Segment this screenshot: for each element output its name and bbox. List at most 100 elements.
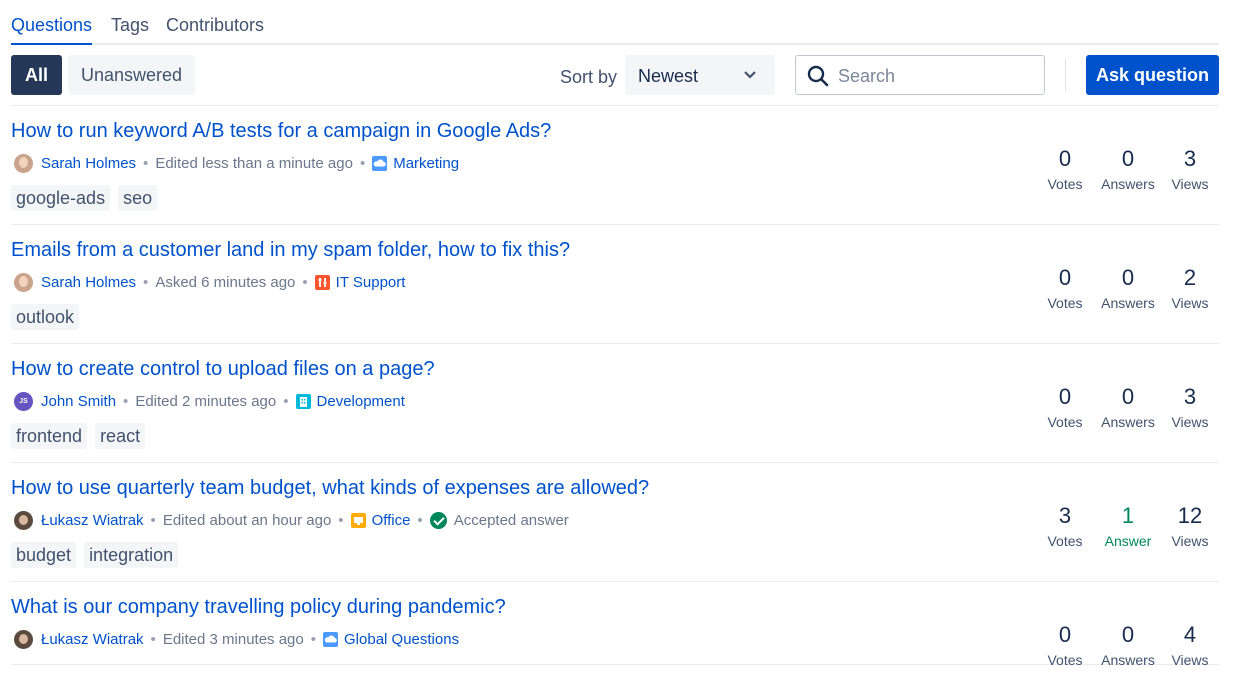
question-meta: Sarah Holmes • Asked 6 minutes ago • IT … bbox=[14, 272, 405, 292]
views-count: 12 bbox=[1177, 503, 1203, 528]
tag-chip[interactable]: budget bbox=[11, 542, 77, 568]
avatar[interactable] bbox=[14, 510, 33, 530]
views-stat: 3 Views bbox=[1155, 146, 1225, 192]
activity-text: Edited less than a minute ago bbox=[155, 154, 353, 172]
votes-label: Votes bbox=[1047, 176, 1083, 192]
tag-chip[interactable]: frontend bbox=[11, 423, 88, 449]
question-meta: JS John Smith • Edited 2 minutes ago • D… bbox=[14, 391, 405, 411]
tag-chip[interactable]: react bbox=[95, 423, 146, 449]
space-link[interactable]: IT Support bbox=[336, 274, 406, 291]
tag-chip[interactable]: integration bbox=[84, 542, 179, 568]
activity-text: Asked 6 minutes ago bbox=[155, 273, 296, 291]
author-link[interactable]: Sarah Holmes bbox=[41, 155, 136, 172]
tab-contributors[interactable]: Contributors bbox=[166, 15, 264, 43]
votes-count: 0 bbox=[1058, 265, 1072, 290]
avatar[interactable] bbox=[14, 629, 33, 649]
question-meta: Łukasz Wiatrak • Edited 3 minutes ago • … bbox=[14, 629, 459, 649]
views-stat: 4 Views bbox=[1155, 622, 1225, 668]
views-label: Views bbox=[1171, 533, 1209, 549]
meta-separator: • bbox=[143, 273, 149, 291]
answers-count: 0 bbox=[1121, 622, 1135, 647]
question-title-link[interactable]: What is our company travelling policy du… bbox=[11, 596, 506, 619]
answers-label: Answer bbox=[1104, 533, 1152, 549]
office-space-icon bbox=[350, 512, 366, 528]
filter-all-button[interactable]: All bbox=[11, 55, 62, 95]
views-count: 3 bbox=[1183, 146, 1197, 171]
views-label: Views bbox=[1171, 295, 1209, 311]
votes-count: 3 bbox=[1058, 503, 1072, 528]
answers-stat: 1 Answer bbox=[1093, 503, 1163, 549]
meta-separator: • bbox=[359, 154, 366, 172]
votes-label: Votes bbox=[1047, 414, 1083, 430]
activity-text: Edited 3 minutes ago bbox=[162, 630, 304, 648]
votes-stat: 0 Votes bbox=[1030, 265, 1100, 311]
chevron-down-icon bbox=[744, 71, 756, 79]
tag-chip[interactable]: seo bbox=[118, 185, 158, 211]
question-list: How to run keyword A/B tests for a campa… bbox=[11, 105, 1219, 668]
votes-count: 0 bbox=[1058, 622, 1072, 647]
sort-select[interactable]: Newest bbox=[625, 55, 775, 95]
tag-chip[interactable]: outlook bbox=[11, 304, 80, 330]
question-stats: 3 Votes 1 Answer 12 Views bbox=[1041, 503, 1219, 553]
answers-count: 1 bbox=[1121, 503, 1135, 528]
meta-separator: • bbox=[302, 273, 308, 291]
answers-label: Answers bbox=[1101, 295, 1155, 311]
views-stat: 2 Views bbox=[1155, 265, 1225, 311]
search-box[interactable] bbox=[795, 55, 1045, 95]
answers-stat: 0 Answers bbox=[1093, 384, 1163, 430]
views-count: 3 bbox=[1183, 384, 1197, 409]
tab-tags[interactable]: Tags bbox=[111, 15, 149, 43]
filter-unanswered-button[interactable]: Unanswered bbox=[68, 55, 195, 95]
tag-chip[interactable]: google-ads bbox=[11, 185, 111, 211]
author-link[interactable]: John Smith bbox=[41, 393, 116, 410]
views-label: Views bbox=[1171, 652, 1209, 668]
avatar[interactable] bbox=[14, 153, 33, 173]
sort-select-value: Newest bbox=[638, 66, 699, 86]
avatar[interactable] bbox=[14, 272, 33, 292]
question-title-link[interactable]: How to create control to upload files on… bbox=[11, 358, 435, 381]
meta-separator: • bbox=[150, 630, 156, 648]
views-label: Views bbox=[1171, 414, 1209, 430]
votes-count: 0 bbox=[1058, 146, 1072, 171]
questions-page: Questions Tags Contributors All Unanswer… bbox=[0, 0, 1246, 689]
question-stats: 0 Votes 0 Answers 4 Views bbox=[1041, 622, 1219, 672]
space-link[interactable]: Office bbox=[372, 512, 411, 529]
tag-list: google-ads seo bbox=[11, 185, 165, 211]
question-meta: Łukasz Wiatrak • Edited about an hour ag… bbox=[14, 510, 569, 530]
meta-separator: • bbox=[338, 511, 344, 529]
avatar[interactable]: JS bbox=[14, 391, 33, 411]
tag-list: outlook bbox=[11, 304, 87, 330]
tag-list: frontend react bbox=[11, 423, 153, 449]
space-link[interactable]: Marketing bbox=[393, 155, 459, 172]
sort-by-label: Sort by bbox=[560, 67, 618, 87]
meta-separator: • bbox=[150, 511, 156, 529]
votes-label: Votes bbox=[1047, 533, 1083, 549]
author-link[interactable]: Sarah Holmes bbox=[41, 274, 136, 291]
meta-separator: • bbox=[143, 154, 149, 172]
tab-questions[interactable]: Questions bbox=[11, 15, 93, 45]
space-link[interactable]: Global Questions bbox=[344, 631, 459, 648]
views-label: Views bbox=[1171, 176, 1209, 192]
question-row: Emails from a customer land in my spam f… bbox=[11, 224, 1219, 343]
author-link[interactable]: Łukasz Wiatrak bbox=[41, 631, 144, 648]
views-count: 2 bbox=[1183, 265, 1197, 290]
question-title-link[interactable]: Emails from a customer land in my spam f… bbox=[11, 239, 570, 262]
ask-question-button[interactable]: Ask question bbox=[1086, 55, 1219, 95]
votes-stat: 3 Votes bbox=[1030, 503, 1100, 549]
meta-separator: • bbox=[417, 511, 423, 529]
search-input[interactable] bbox=[836, 60, 1040, 92]
space-link[interactable]: Development bbox=[317, 393, 405, 410]
question-title-link[interactable]: How to run keyword A/B tests for a campa… bbox=[11, 120, 551, 143]
views-stat: 3 Views bbox=[1155, 384, 1225, 430]
meta-separator: • bbox=[310, 630, 317, 648]
author-link[interactable]: Łukasz Wiatrak bbox=[41, 512, 144, 529]
activity-text: Edited about an hour ago bbox=[162, 511, 332, 529]
answers-stat: 0 Answers bbox=[1093, 265, 1163, 311]
question-title-link[interactable]: How to use quarterly team budget, what k… bbox=[11, 477, 649, 500]
votes-label: Votes bbox=[1047, 295, 1083, 311]
votes-count: 0 bbox=[1058, 384, 1072, 409]
search-icon bbox=[807, 65, 829, 87]
answers-label: Answers bbox=[1101, 652, 1155, 668]
question-row: What is our company travelling policy du… bbox=[11, 581, 1219, 668]
check-circle-icon bbox=[429, 511, 447, 529]
